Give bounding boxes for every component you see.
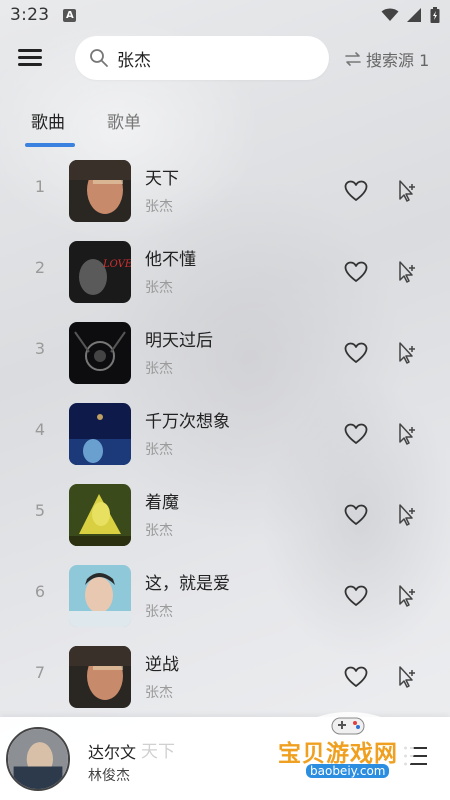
album-cover — [69, 484, 131, 546]
scrolled-text: 天下 — [141, 742, 175, 762]
song-index: 6 — [34, 582, 46, 601]
add-to-playlist-icon[interactable] — [396, 584, 418, 608]
add-to-playlist-icon[interactable] — [396, 503, 418, 527]
now-playing-artist: 林俊杰 — [88, 768, 130, 784]
song-title: 着魔 — [145, 493, 179, 513]
song-title: 千万次想象 — [145, 412, 230, 432]
song-artist: 张杰 — [145, 280, 173, 296]
top-bar: 搜索源 1 — [0, 34, 450, 82]
add-to-playlist-icon[interactable] — [396, 665, 418, 689]
song-index: 3 — [34, 339, 46, 358]
song-artist: 张杰 — [145, 361, 173, 377]
battery-icon — [430, 7, 440, 23]
song-row[interactable]: 7 逆战 张杰 — [0, 636, 450, 717]
signal-icon — [407, 8, 421, 22]
search-source-label: 搜索源 1 — [366, 51, 430, 70]
tab-playlists[interactable]: 歌单 — [107, 108, 141, 133]
status-time: 3:23 — [10, 5, 50, 25]
song-index: 2 — [34, 258, 46, 277]
song-artist: 张杰 — [145, 199, 173, 215]
search-icon — [90, 49, 108, 67]
heart-icon[interactable] — [344, 261, 368, 283]
now-playing-cover[interactable] — [6, 727, 70, 791]
song-artist: 张杰 — [145, 523, 173, 539]
heart-icon[interactable] — [344, 504, 368, 526]
heart-icon[interactable] — [344, 342, 368, 364]
album-cover: LOVE — [69, 241, 131, 303]
add-to-playlist-icon[interactable] — [396, 422, 418, 446]
song-artist: 张杰 — [145, 442, 173, 458]
status-bar: 3:23 A — [0, 0, 450, 30]
song-artist: 张杰 — [145, 604, 173, 620]
song-row[interactable]: 5 着魔 张杰 — [0, 474, 450, 555]
song-artist: 张杰 — [145, 685, 173, 701]
song-title: 他不懂 — [145, 250, 196, 270]
wifi-icon — [381, 8, 399, 21]
song-title: 明天过后 — [145, 331, 213, 351]
search-source-button[interactable]: 搜索源 1 — [344, 47, 429, 71]
menu-icon — [18, 49, 42, 52]
tab-songs[interactable]: 歌曲 — [31, 108, 65, 133]
watermark-text: 宝贝游戏网 — [278, 741, 398, 767]
song-row[interactable]: 6 这，就是爱 张杰 — [0, 555, 450, 636]
add-to-playlist-icon[interactable] — [396, 179, 418, 203]
album-cover — [69, 322, 131, 384]
status-icons — [381, 7, 440, 23]
heart-icon[interactable] — [344, 423, 368, 445]
song-row[interactable]: 2 LOVE 他不懂 张杰 — [0, 231, 450, 312]
heart-icon[interactable] — [344, 585, 368, 607]
watermark-url: baobeiy.com — [306, 764, 390, 778]
now-playing-title: 达尔文 — [88, 743, 137, 762]
song-row[interactable]: 1 天下 张杰 — [0, 150, 450, 231]
menu-icon-line — [18, 63, 42, 66]
heart-icon[interactable] — [344, 180, 368, 202]
tab-bar: 歌曲 歌单 — [0, 100, 450, 150]
swap-icon — [345, 52, 361, 66]
tab-indicator — [25, 143, 75, 147]
song-title: 逆战 — [145, 655, 179, 675]
add-to-playlist-icon[interactable] — [396, 341, 418, 365]
album-cover — [69, 646, 131, 708]
watermark-logo: 宝贝游戏网 baobeiy.com — [272, 712, 422, 792]
song-row[interactable]: 4 千万次想象 张杰 — [0, 393, 450, 474]
search-box[interactable] — [75, 36, 329, 80]
menu-button[interactable] — [18, 46, 44, 68]
album-cover — [69, 160, 131, 222]
add-to-playlist-icon[interactable] — [396, 260, 418, 284]
song-row[interactable]: 3 明天过后 张杰 — [0, 312, 450, 393]
album-cover — [69, 403, 131, 465]
menu-icon-line — [18, 56, 42, 59]
gamepad-icon — [331, 717, 365, 735]
album-cover — [69, 565, 131, 627]
search-input[interactable] — [117, 48, 317, 68]
notification-icon: A — [63, 8, 77, 22]
svg-text:LOVE: LOVE — [102, 259, 131, 270]
song-title: 这，就是爱 — [145, 574, 230, 594]
song-title: 天下 — [145, 169, 179, 189]
song-index: 5 — [34, 501, 46, 520]
song-index: 4 — [34, 420, 46, 439]
heart-icon[interactable] — [344, 666, 368, 688]
song-index: 7 — [34, 663, 46, 682]
song-index: 1 — [34, 177, 46, 196]
